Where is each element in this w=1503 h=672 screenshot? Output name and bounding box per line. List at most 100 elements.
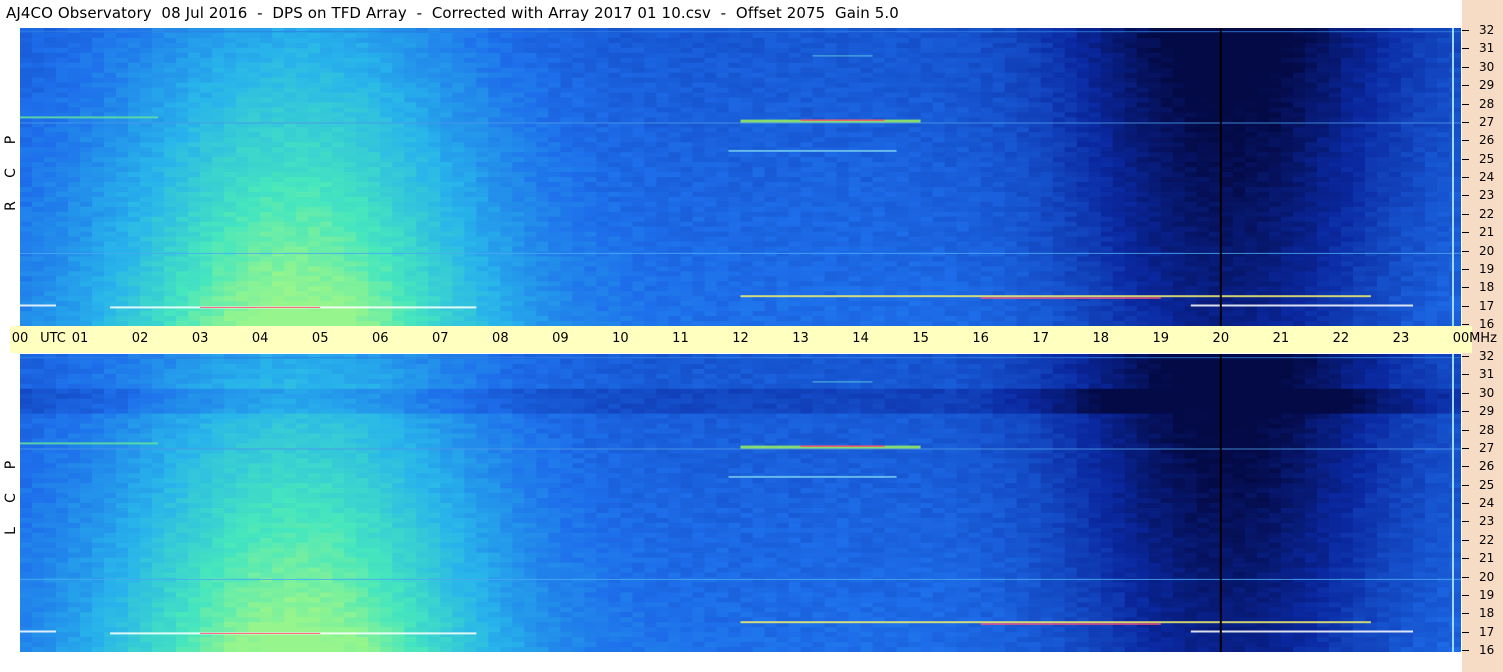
frequency-tick-mark xyxy=(1462,85,1469,87)
frequency-tick-mark xyxy=(1462,576,1469,578)
time-tick-label: 13 xyxy=(792,331,809,346)
time-tick-label: 15 xyxy=(912,331,929,346)
frequency-tick-mark xyxy=(1462,613,1469,615)
frequency-tick-label: 16 xyxy=(1479,317,1495,331)
frequency-tick-mark xyxy=(1462,177,1469,178)
frequency-tick-label: 18 xyxy=(1479,280,1495,295)
interference-streak xyxy=(800,445,885,447)
time-tick-label: 05 xyxy=(311,331,329,346)
frequency-tick-mark xyxy=(1462,232,1469,234)
polarization-letter: P xyxy=(3,135,19,145)
frequency-tick-mark xyxy=(1462,250,1469,252)
rcp-spectrogram-panel xyxy=(20,28,1461,326)
time-tick-label: 20 xyxy=(1212,331,1230,346)
spectrogram-image xyxy=(20,28,1461,326)
frequency-tick-mark xyxy=(1462,324,1469,325)
interference-streak xyxy=(20,304,56,307)
frequency-tick-mark xyxy=(1462,48,1469,50)
time-tick-label: 04 xyxy=(251,331,269,346)
panel-edge-line xyxy=(1452,28,1454,326)
time-tick-label: 12 xyxy=(732,331,749,346)
frequency-tick-label: 23 xyxy=(1479,514,1495,529)
frequency-tick-mark xyxy=(1462,521,1469,523)
frequency-tick-mark xyxy=(1462,411,1469,413)
frequency-tick-label: 22 xyxy=(1479,206,1495,221)
frequency-tick-label: 25 xyxy=(1479,477,1495,492)
interference-streak xyxy=(740,295,1371,298)
frequency-tick-label: 32 xyxy=(1479,23,1495,37)
time-tick-label: 11 xyxy=(672,331,689,346)
interference-streak xyxy=(20,630,56,633)
frequency-tick-label: 21 xyxy=(1479,225,1495,240)
frequency-tick-label: 20 xyxy=(1479,243,1495,258)
frequency-tick-label: 24 xyxy=(1479,496,1495,510)
interference-streak xyxy=(740,621,1371,624)
spectrogram-image xyxy=(20,354,1461,652)
frequency-tick-mark xyxy=(1462,503,1469,504)
frequency-tick-mark xyxy=(1462,195,1469,197)
frequency-tick-label: 29 xyxy=(1479,78,1495,93)
interference-streak xyxy=(728,475,897,478)
time-marker-line xyxy=(1219,28,1222,326)
frequency-tick-label: 21 xyxy=(1479,551,1495,566)
interference-streak xyxy=(20,122,1461,124)
frequency-tick-label: 30 xyxy=(1479,59,1495,74)
frequency-tick-label: 17 xyxy=(1479,624,1495,639)
mhz-label: MHz xyxy=(1469,331,1497,346)
time-tick-label: 16 xyxy=(972,331,989,346)
interference-streak xyxy=(20,116,159,119)
time-tick-label: 23 xyxy=(1392,331,1410,346)
panel-edge-line xyxy=(1452,354,1454,652)
frequency-tick-mark xyxy=(1462,631,1469,633)
interference-streak xyxy=(20,357,1461,359)
interference-streak xyxy=(1190,630,1413,633)
interference-streak xyxy=(812,55,873,57)
frequency-tick-label: 17 xyxy=(1479,298,1495,313)
interference-streak xyxy=(728,149,897,152)
frequency-tick-label: 26 xyxy=(1479,459,1495,474)
frequency-tick-label: 18 xyxy=(1479,606,1495,621)
frequency-tick-mark xyxy=(1462,374,1469,376)
interference-streak xyxy=(20,31,1461,33)
utc-label: UTC xyxy=(40,331,66,346)
frequency-tick-label: 19 xyxy=(1479,587,1495,602)
polarization-letter: P xyxy=(3,460,19,470)
utc-time-axis: 00 01 02 03 04 05 06 07 08 09 10 11 12 13 14 15 16 17 18 19… xyxy=(10,326,1497,353)
time-tick-label: 06 xyxy=(371,331,389,346)
polarization-letter: L xyxy=(3,527,19,535)
interference-streak xyxy=(980,297,1161,299)
frequency-tick-mark xyxy=(1462,66,1469,68)
frequency-tick-mark xyxy=(1462,305,1469,307)
interference-streak xyxy=(20,448,1461,450)
frequency-tick-label: 31 xyxy=(1479,41,1495,56)
interference-streak xyxy=(1190,304,1413,307)
time-tick-label: 17 xyxy=(1032,331,1049,346)
lcp-spectrogram-panel xyxy=(20,354,1461,652)
time-tick-label: 21 xyxy=(1272,331,1290,346)
frequency-tick-label: 16 xyxy=(1479,643,1495,657)
frequency-tick-label: 29 xyxy=(1479,404,1495,419)
frequency-tick-mark xyxy=(1462,650,1469,651)
frequency-tick-mark xyxy=(1462,558,1469,560)
interference-streak xyxy=(200,632,321,634)
time-tick-label: 03 xyxy=(191,331,209,346)
time-tick-label: 14 xyxy=(852,331,869,346)
time-tick-label: 09 xyxy=(552,331,569,346)
frequency-tick-label: 30 xyxy=(1479,385,1495,400)
time-tick-label: 07 xyxy=(432,331,449,346)
frequency-tick-mark xyxy=(1462,140,1469,142)
frequency-tick-label: 25 xyxy=(1479,151,1495,166)
frequency-tick-label: 19 xyxy=(1479,261,1495,276)
frequency-tick-label: 27 xyxy=(1479,440,1495,455)
time-tick-label: 18 xyxy=(1092,331,1110,346)
frequency-tick-label: 31 xyxy=(1479,367,1495,382)
frequency-tick-mark xyxy=(1462,268,1469,270)
frequency-tick-mark xyxy=(1462,484,1469,486)
time-tick-label: 19 xyxy=(1152,331,1170,346)
frequency-tick-label: 22 xyxy=(1479,532,1495,547)
frequency-tick-mark xyxy=(1462,466,1469,468)
interference-streak xyxy=(200,306,321,308)
time-tick-label: 02 xyxy=(131,331,149,346)
frequency-tick-mark xyxy=(1462,429,1469,431)
frequency-tick-label: 28 xyxy=(1479,96,1495,111)
